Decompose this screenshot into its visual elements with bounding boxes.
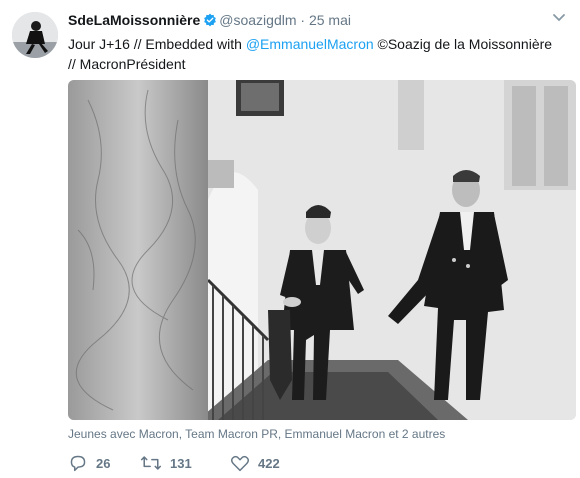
verified-badge-icon xyxy=(203,13,217,30)
like-count: 422 xyxy=(258,455,280,471)
author-handle[interactable]: @soazigdlm xyxy=(219,12,296,28)
tweet-text-line2: // MacronPrésident xyxy=(68,56,186,72)
author-name[interactable]: SdeLaMoissonnière xyxy=(68,12,200,28)
tweet-header: SdeLaMoissonnière @soazigdlm · 25 mai xyxy=(68,12,351,30)
tweet-timestamp[interactable]: 25 mai xyxy=(309,12,351,28)
retweet-button[interactable]: 131 xyxy=(140,452,230,474)
separator-dot: · xyxy=(300,12,306,28)
mention-link[interactable]: @EmmanuelMacron xyxy=(246,36,374,52)
tweet-actions: 26 131 422 xyxy=(68,452,280,474)
tagged-people[interactable]: Jeunes avec Macron, Team Macron PR, Emma… xyxy=(68,427,445,441)
like-button[interactable]: 422 xyxy=(230,452,280,474)
tweet: SdeLaMoissonnière @soazigdlm · 25 mai Jou… xyxy=(0,0,580,478)
tweet-photo[interactable] xyxy=(68,80,576,420)
tweet-text-suffix: ©Soazig de la Moissonnière xyxy=(373,36,553,52)
chevron-down-icon[interactable] xyxy=(552,10,566,28)
retweet-count: 131 xyxy=(170,455,192,471)
avatar[interactable] xyxy=(12,12,58,58)
retweet-icon xyxy=(140,456,162,470)
like-icon xyxy=(230,455,250,472)
reply-icon xyxy=(70,455,86,472)
tweet-text: Jour J+16 // Embedded with @EmmanuelMacr… xyxy=(68,34,563,74)
tweet-text-prefix: Jour J+16 // Embedded with xyxy=(68,36,246,52)
reply-count: 26 xyxy=(96,455,111,471)
reply-button[interactable]: 26 xyxy=(68,452,140,474)
